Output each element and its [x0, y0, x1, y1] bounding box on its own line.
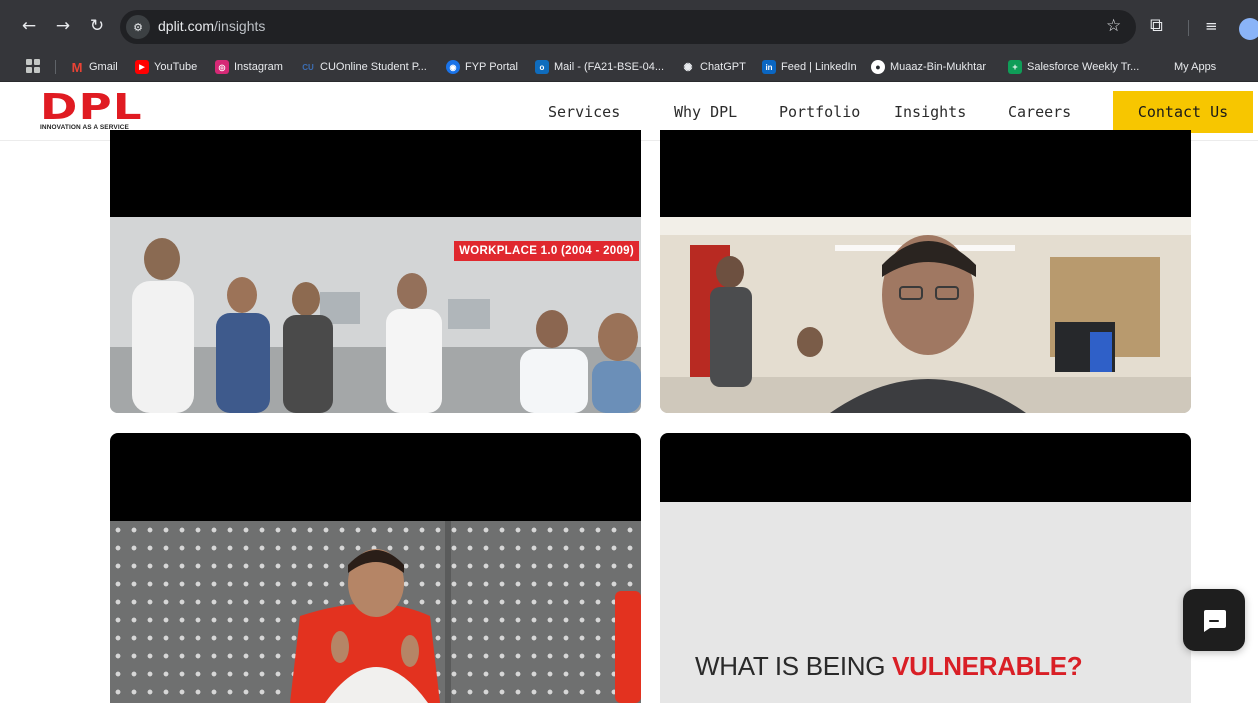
media-controls-icon[interactable]: ≡: [1205, 17, 1218, 35]
back-arrow-icon[interactable]: ←: [14, 11, 44, 41]
bookmarks-bar: M Gmail ▶ YouTube ◎ Instagram CU CUOnlin…: [0, 52, 1258, 82]
extensions-icon[interactable]: ⧉: [1150, 15, 1163, 36]
reload-icon[interactable]: ↻: [82, 11, 112, 41]
forward-arrow-icon[interactable]: →: [48, 11, 78, 41]
bookmark-my-apps[interactable]: My Apps: [1155, 59, 1216, 75]
youtube-icon: ▶: [135, 60, 149, 74]
logo-wordmark: DPL: [40, 87, 143, 128]
bookmark-label: Instagram: [234, 61, 283, 73]
apps-grid-icon[interactable]: [26, 59, 40, 73]
toolbar-divider: [1188, 20, 1189, 36]
bookmark-star-icon[interactable]: ☆: [1106, 16, 1121, 36]
bookmark-label: YouTube: [154, 61, 198, 73]
video-thumbnail: [110, 521, 641, 703]
bookmark-label: FYP Portal: [465, 61, 518, 73]
chatgpt-icon: ✺: [683, 61, 693, 74]
instagram-icon: ◎: [215, 60, 229, 74]
video-thumbnail: WHAT IS BEING VULNERABLE?: [660, 502, 1191, 703]
url-path: /insights: [214, 18, 266, 34]
insight-card-speaker[interactable]: [110, 433, 641, 703]
insight-card-office-interview[interactable]: [660, 130, 1191, 413]
bookmark-label: Feed | LinkedIn: [781, 61, 857, 73]
bookmark-gmail[interactable]: M Gmail: [70, 59, 118, 75]
nav-why-dpl[interactable]: Why DPL: [674, 103, 737, 121]
bookmark-label: Salesforce Weekly Tr...: [1027, 61, 1140, 73]
video-thumbnail: WORKPLACE 1.0 (2004 - 2009): [110, 217, 641, 413]
workplace-era-badge: WORKPLACE 1.0 (2004 - 2009): [454, 241, 639, 261]
gmail-icon: M: [71, 59, 83, 75]
linkedin-icon: in: [762, 60, 776, 74]
office-interview-illustration: [660, 217, 1191, 413]
bookmarks-divider: [55, 60, 56, 74]
bookmark-linkedin[interactable]: in Feed | LinkedIn: [762, 59, 857, 75]
nav-portfolio[interactable]: Portfolio: [779, 103, 860, 121]
bookmark-youtube[interactable]: ▶ YouTube: [135, 59, 197, 75]
chat-bubble-icon: [1204, 610, 1226, 632]
url-domain: dplit.com: [158, 18, 215, 34]
insight-card-workplace[interactable]: WORKPLACE 1.0 (2004 - 2009): [110, 130, 641, 413]
insight-card-vulnerable[interactable]: WHAT IS BEING VULNERABLE?: [660, 433, 1191, 703]
profile-avatar[interactable]: [1239, 18, 1258, 40]
browser-toolbar: ← → ↻ ⚙ dplit.com/insights ☆ ⧉ ≡: [0, 0, 1258, 52]
address-bar[interactable]: ⚙ dplit.com/insights: [120, 10, 1136, 44]
thumbnail-title: WHAT IS BEING VULNERABLE?: [695, 651, 1083, 682]
bookmark-label: Gmail: [89, 61, 118, 73]
github-icon: ●: [871, 60, 885, 74]
bookmark-label: Mail - (FA21-BSE-04...: [554, 61, 665, 73]
bookmark-chatgpt[interactable]: ✺ ChatGPT: [681, 59, 746, 75]
site-info-icon[interactable]: ⚙: [126, 15, 150, 39]
bookmark-label: My Apps: [1174, 61, 1217, 73]
chat-widget-button[interactable]: [1183, 589, 1245, 651]
video-thumbnail: [660, 217, 1191, 413]
fyp-portal-icon: ◉: [446, 60, 460, 74]
bookmark-label: CUOnline Student P...: [320, 61, 427, 73]
bookmark-cuonline[interactable]: CU CUOnline Student P...: [301, 59, 427, 75]
title-prefix: WHAT IS BEING: [695, 651, 893, 681]
nav-services[interactable]: Services: [548, 103, 620, 121]
nav-insights[interactable]: Insights: [894, 103, 966, 121]
bookmark-mail[interactable]: o Mail - (FA21-BSE-04...: [535, 59, 664, 75]
microsoft-icon: [1155, 60, 1169, 74]
dpl-logo[interactable]: DPL INNOVATION AS A SERVICE: [40, 90, 152, 133]
bookmark-salesforce[interactable]: + Salesforce Weekly Tr...: [1008, 59, 1139, 75]
bookmark-github[interactable]: ● Muaaz-Bin-Mukhtar: [871, 59, 986, 75]
bookmark-fyp-portal[interactable]: ◉ FYP Portal: [446, 59, 518, 75]
sheets-icon: +: [1008, 60, 1022, 74]
outlook-icon: o: [535, 60, 549, 74]
bookmark-instagram[interactable]: ◎ Instagram: [215, 59, 283, 75]
contact-us-button[interactable]: Contact Us: [1113, 91, 1253, 133]
cuonline-icon: CU: [302, 62, 314, 72]
bookmark-label: ChatGPT: [700, 61, 746, 73]
url-text[interactable]: dplit.com/insights: [158, 18, 265, 34]
bookmark-label: Muaaz-Bin-Mukhtar: [890, 61, 986, 73]
title-highlight: VULNERABLE?: [892, 651, 1083, 681]
speaker-illustration: [290, 521, 641, 703]
nav-careers[interactable]: Careers: [1008, 103, 1071, 121]
